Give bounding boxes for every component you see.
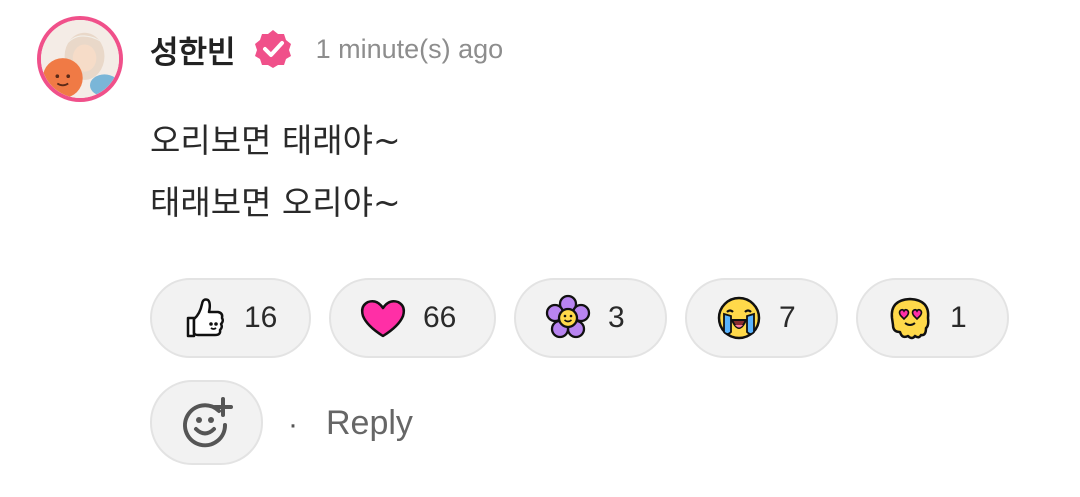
comment-body: 오리보면 태래야~ 태래보면 오리야~ bbox=[150, 110, 401, 234]
comment-line-1: 오리보면 태래야~ bbox=[150, 121, 401, 160]
reaction-count: 3 bbox=[608, 301, 625, 334]
reaction-count: 16 bbox=[244, 301, 278, 334]
heart-eyes-melting-icon bbox=[890, 297, 930, 340]
timestamp: 1 minute(s) ago bbox=[315, 33, 504, 64]
heart-icon bbox=[360, 300, 406, 338]
comment-card: 성한빈 1 minute(s) ago 오리보면 태래야~ 태래보면 오리야~ … bbox=[0, 0, 1080, 497]
reaction-flower-button[interactable]: 3 bbox=[514, 278, 667, 358]
comment-line-2: 태래보면 오리야~ bbox=[150, 183, 401, 222]
reaction-crying-button[interactable]: 7 bbox=[685, 278, 838, 358]
verified-badge-icon bbox=[254, 30, 291, 68]
add-reaction-button[interactable] bbox=[150, 380, 263, 465]
avatar-image bbox=[41, 20, 119, 98]
flower-icon bbox=[545, 294, 591, 339]
thumbs-up-icon bbox=[186, 298, 225, 338]
reaction-bar: 16 66 3 7 1 bbox=[150, 278, 1027, 358]
reaction-count: 1 bbox=[950, 301, 967, 334]
reaction-count: 66 bbox=[423, 301, 457, 334]
reaction-count: 7 bbox=[779, 301, 796, 334]
add-reaction-icon bbox=[182, 396, 233, 447]
reply-button[interactable]: Reply bbox=[326, 404, 413, 443]
author-name[interactable]: 성한빈 bbox=[150, 27, 236, 72]
comment-header: 성한빈 1 minute(s) ago bbox=[150, 24, 503, 74]
reaction-thumbs-up-button[interactable]: 16 bbox=[150, 278, 311, 358]
separator-dot: · bbox=[288, 408, 298, 441]
crying-face-icon bbox=[717, 296, 761, 340]
reaction-heart-eyes-button[interactable]: 1 bbox=[856, 278, 1009, 358]
avatar[interactable] bbox=[37, 16, 123, 102]
reaction-heart-button[interactable]: 66 bbox=[329, 278, 496, 358]
